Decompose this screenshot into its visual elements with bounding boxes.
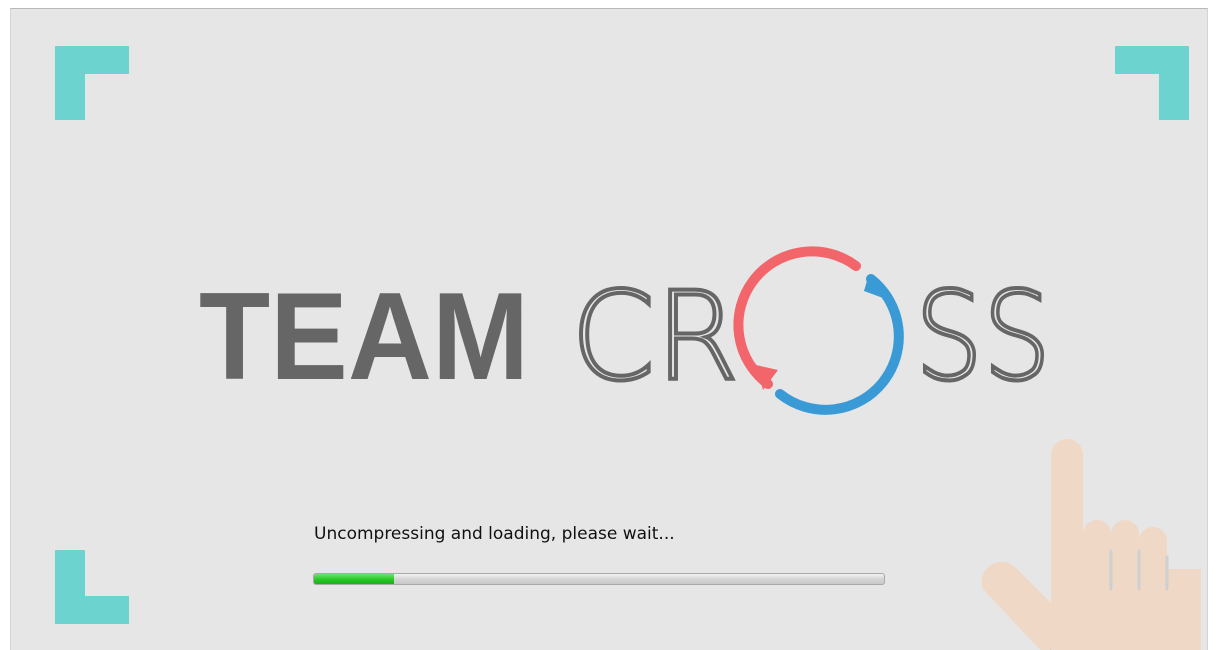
pointing-hand-icon xyxy=(981,439,1201,650)
loading-status-text: Uncompressing and loading, please wait..… xyxy=(314,524,675,544)
loading-progress-bar xyxy=(313,573,885,585)
loading-progress-fill xyxy=(314,574,394,584)
logo-word-team: TEAM xyxy=(199,268,529,406)
splash-window: TEAM CR SS Uncompressing and loading, pl… xyxy=(10,8,1208,650)
logo-word-cr: CR xyxy=(571,266,739,408)
logo-word-ss: SS xyxy=(915,266,1051,408)
logo-cycle-arrows-icon xyxy=(733,246,904,415)
